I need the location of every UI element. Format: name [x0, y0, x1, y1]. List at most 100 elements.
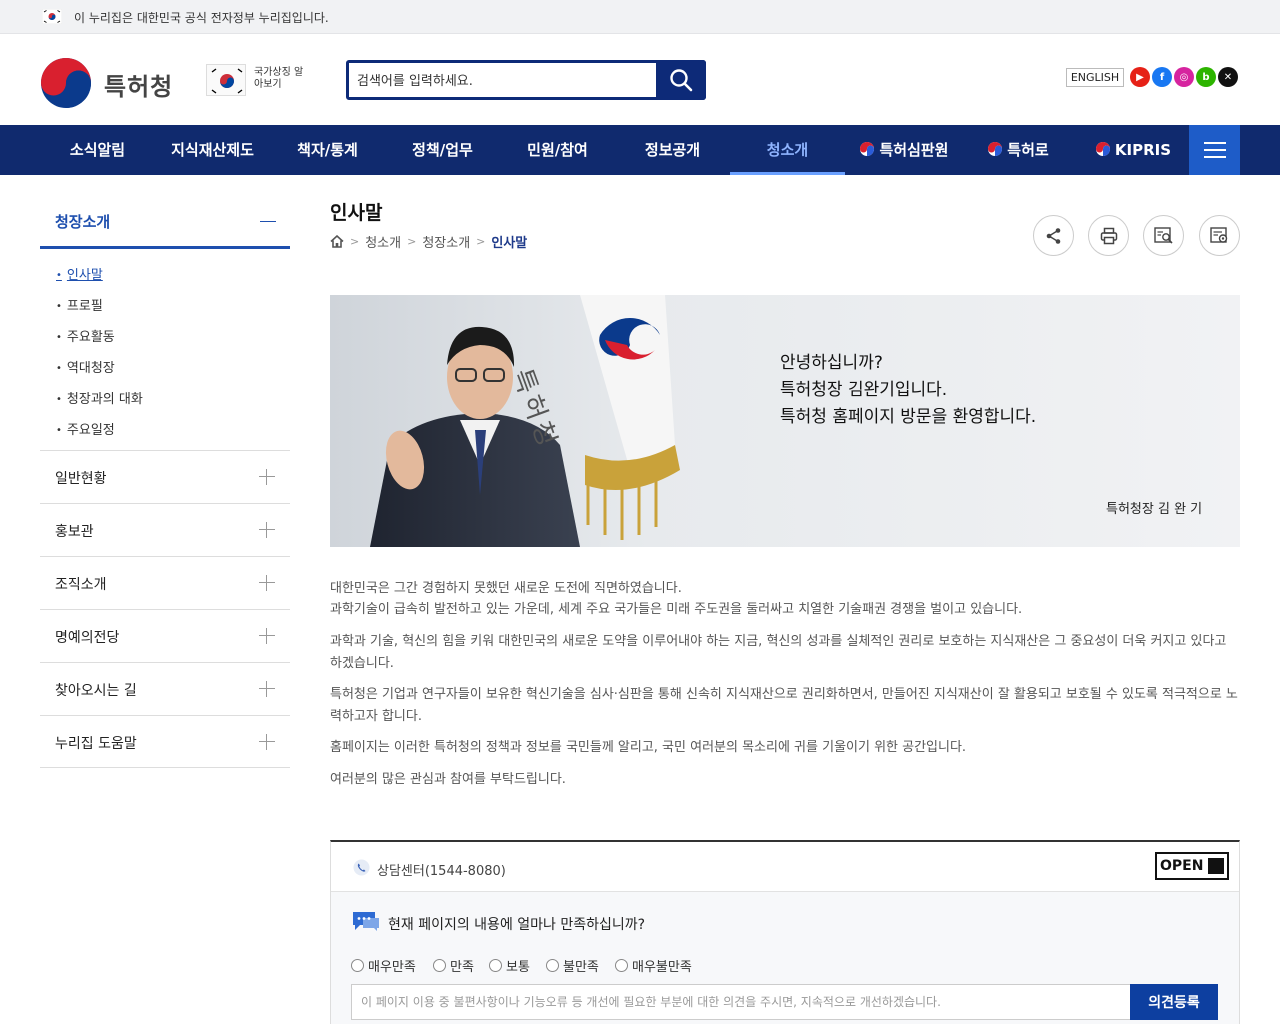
search-button[interactable]: [656, 60, 706, 100]
document-settings-icon: [1209, 226, 1227, 243]
feedback-input[interactable]: [351, 984, 1131, 1020]
search-input[interactable]: [357, 70, 647, 92]
radio-circle[interactable]: [433, 959, 446, 972]
main-navigation: 소식알림 지식재산제도 책자/통계 정책/업무 민원/참여 정보공개 청소개 특…: [0, 125, 1280, 175]
gnb-item-kipris[interactable]: KIPRIS: [1078, 125, 1188, 175]
gnb-item-news[interactable]: 소식알림: [40, 125, 155, 175]
share-icon: [1046, 227, 1060, 244]
radio-very-satisfied[interactable]: 매우만족: [351, 956, 416, 975]
sidebar-title[interactable]: 청장소개: [40, 195, 290, 249]
print-button[interactable]: [1088, 215, 1129, 256]
blog-icon[interactable]: b: [1196, 67, 1216, 87]
sidebar-group-help[interactable]: 누리집 도움말: [40, 715, 290, 768]
doc-settings-button[interactable]: [1199, 215, 1240, 256]
chevron-right-icon: >: [407, 235, 417, 248]
national-symbol-icon[interactable]: [206, 64, 246, 96]
feedback-header: 상담센터(1544-8080) OPEN: [331, 842, 1239, 892]
kipo-mini-icon: [860, 142, 875, 156]
sidebar-item-schedule[interactable]: 주요일정: [56, 419, 115, 438]
national-symbol-label[interactable]: 국가상징 알아보기: [254, 67, 304, 91]
radio-satisfied[interactable]: 만족: [433, 956, 474, 975]
submit-feedback-button[interactable]: 의견등록: [1130, 984, 1218, 1020]
gnb-item-patentro-label: 특허로: [1007, 141, 1049, 159]
gnb-item-ip-system[interactable]: 지식재산제도: [155, 125, 270, 175]
consulting-center: 상담센터(1544-8080): [377, 864, 506, 879]
print-icon: [1100, 227, 1117, 244]
satisfaction-question: 현재 페이지의 내용에 얼마나 만족하십니까?: [388, 917, 646, 933]
sidebar-item-greeting[interactable]: 인사말: [56, 264, 103, 283]
gnb-item-patentro[interactable]: 특허로: [963, 125, 1073, 175]
sidebar-group-org[interactable]: 조직소개: [40, 556, 290, 609]
feedback-section: 상담센터(1544-8080) OPEN 현재 페이지의 내용에 얼마나 만족하…: [330, 840, 1240, 1024]
banner-signature: 특허청장 김 완 기: [1106, 502, 1203, 517]
breadcrumb-item[interactable]: 청소개: [365, 232, 401, 251]
chat-bubble-icon: [353, 912, 379, 931]
breadcrumb: > 청소개 > 청장소개 > 인사말: [330, 232, 527, 251]
banner-line-2: 특허청장 김완기입니다.: [780, 380, 948, 400]
zoom-doc-button[interactable]: [1143, 215, 1184, 256]
gnb-item-ipt-label: 특허심판원: [879, 141, 949, 159]
radio-circle[interactable]: [546, 959, 559, 972]
sidebar-title-text: 청장소개: [55, 213, 111, 231]
radio-circle[interactable]: [351, 959, 364, 972]
greeting-paragraph: 과학과 기술, 혁신의 힘을 키워 대한민국의 새로운 도약을 이루어내야 하는…: [330, 634, 1227, 671]
all-menu-button[interactable]: [1189, 125, 1240, 175]
plus-icon: [259, 469, 275, 485]
radio-very-dissatisfied[interactable]: 매우불만족: [615, 956, 692, 975]
chevron-right-icon: >: [476, 235, 486, 248]
gnb-item-policy[interactable]: 정책/업무: [385, 125, 500, 175]
document-search-icon: [1153, 226, 1173, 244]
radio-circle[interactable]: [615, 959, 628, 972]
korea-flag-icon: [42, 9, 62, 24]
breadcrumb-item[interactable]: 청장소개: [422, 232, 470, 251]
gnb-item-about[interactable]: 청소개: [730, 125, 845, 175]
radio-label: 만족: [450, 960, 474, 975]
greeting-paragraph: 여러분의 많은 관심과 참여를 부탁드립니다.: [330, 772, 566, 787]
sidebar-group-label: 찾아오시는 길: [55, 683, 137, 699]
youtube-icon[interactable]: ▶: [1130, 67, 1150, 87]
page-title: 인사말: [330, 202, 383, 224]
sidebar-item-dialogue[interactable]: 청장과의 대화: [56, 388, 143, 407]
radio-dissatisfied[interactable]: 불만족: [546, 956, 599, 975]
greeting-paragraph: 대한민국은 그간 경험하지 못했던 새로운 도전에 직면하였습니다.: [330, 581, 682, 596]
banner-line-3: 특허청 홈페이지 방문을 환영합니다.: [780, 407, 1037, 427]
radio-label: 매우만족: [368, 960, 416, 975]
gnb-item-ipt[interactable]: 특허심판원: [845, 125, 963, 175]
sidebar-item-profile[interactable]: 프로필: [56, 295, 103, 314]
greeting-paragraph: 홈페이지는 이러한 특허청의 정책과 정보를 국민들께 알리고, 국민 여러분의…: [330, 740, 967, 755]
radio-neutral[interactable]: 보통: [489, 956, 530, 975]
gov-banner-text[interactable]: 이 누리집은 대한민국 공식 전자정부 누리집입니다.: [74, 9, 329, 26]
share-button[interactable]: [1033, 215, 1074, 256]
instagram-icon[interactable]: ◎: [1174, 67, 1194, 87]
search-box: [346, 60, 706, 100]
english-button[interactable]: ENGLISH: [1066, 68, 1124, 87]
x-icon[interactable]: ✕: [1218, 67, 1238, 87]
chevron-right-icon: >: [350, 235, 360, 248]
plus-icon: [259, 628, 275, 644]
gnb-item-disclosure[interactable]: 정보공개: [615, 125, 730, 175]
sidebar-item-activities[interactable]: 주요활동: [56, 326, 115, 345]
phone-icon: [353, 859, 370, 876]
open-badge-text: OPEN: [1160, 858, 1204, 874]
plus-icon: [259, 681, 275, 697]
gnb-item-publications[interactable]: 책자/통계: [270, 125, 385, 175]
radio-circle[interactable]: [489, 959, 502, 972]
sidebar-group-general[interactable]: 일반현황: [40, 450, 290, 503]
facebook-icon[interactable]: f: [1152, 67, 1172, 87]
gnb-item-civil[interactable]: 민원/참여: [500, 125, 615, 175]
sidebar-group-hall[interactable]: 명예의전당: [40, 609, 290, 662]
sidebar-item-former[interactable]: 역대청장: [56, 357, 115, 376]
logo-text[interactable]: 특허청: [104, 67, 173, 102]
license-icon: [1208, 858, 1225, 874]
home-icon[interactable]: [330, 235, 344, 248]
gnb-active-indicator: [730, 172, 845, 175]
greeting-paragraph: 특허청은 기업과 연구자들이 보유한 혁신기술을 심사·심판을 통해 신속히 지…: [330, 687, 1238, 724]
kipo-emblem-icon[interactable]: [40, 57, 92, 109]
sidebar-group-label: 홍보관: [55, 524, 94, 540]
greeting-paragraph: 과학기술이 급속히 발전하고 있는 가운데, 세계 주요 국가들은 미래 주도권…: [330, 602, 1023, 617]
sidebar-group-pr[interactable]: 홍보관: [40, 503, 290, 556]
collapse-icon: [260, 221, 276, 222]
kipo-mini-icon: [988, 142, 1003, 156]
sidebar-group-label: 명예의전당: [55, 630, 120, 646]
sidebar-group-directions[interactable]: 찾아오시는 길: [40, 662, 290, 715]
